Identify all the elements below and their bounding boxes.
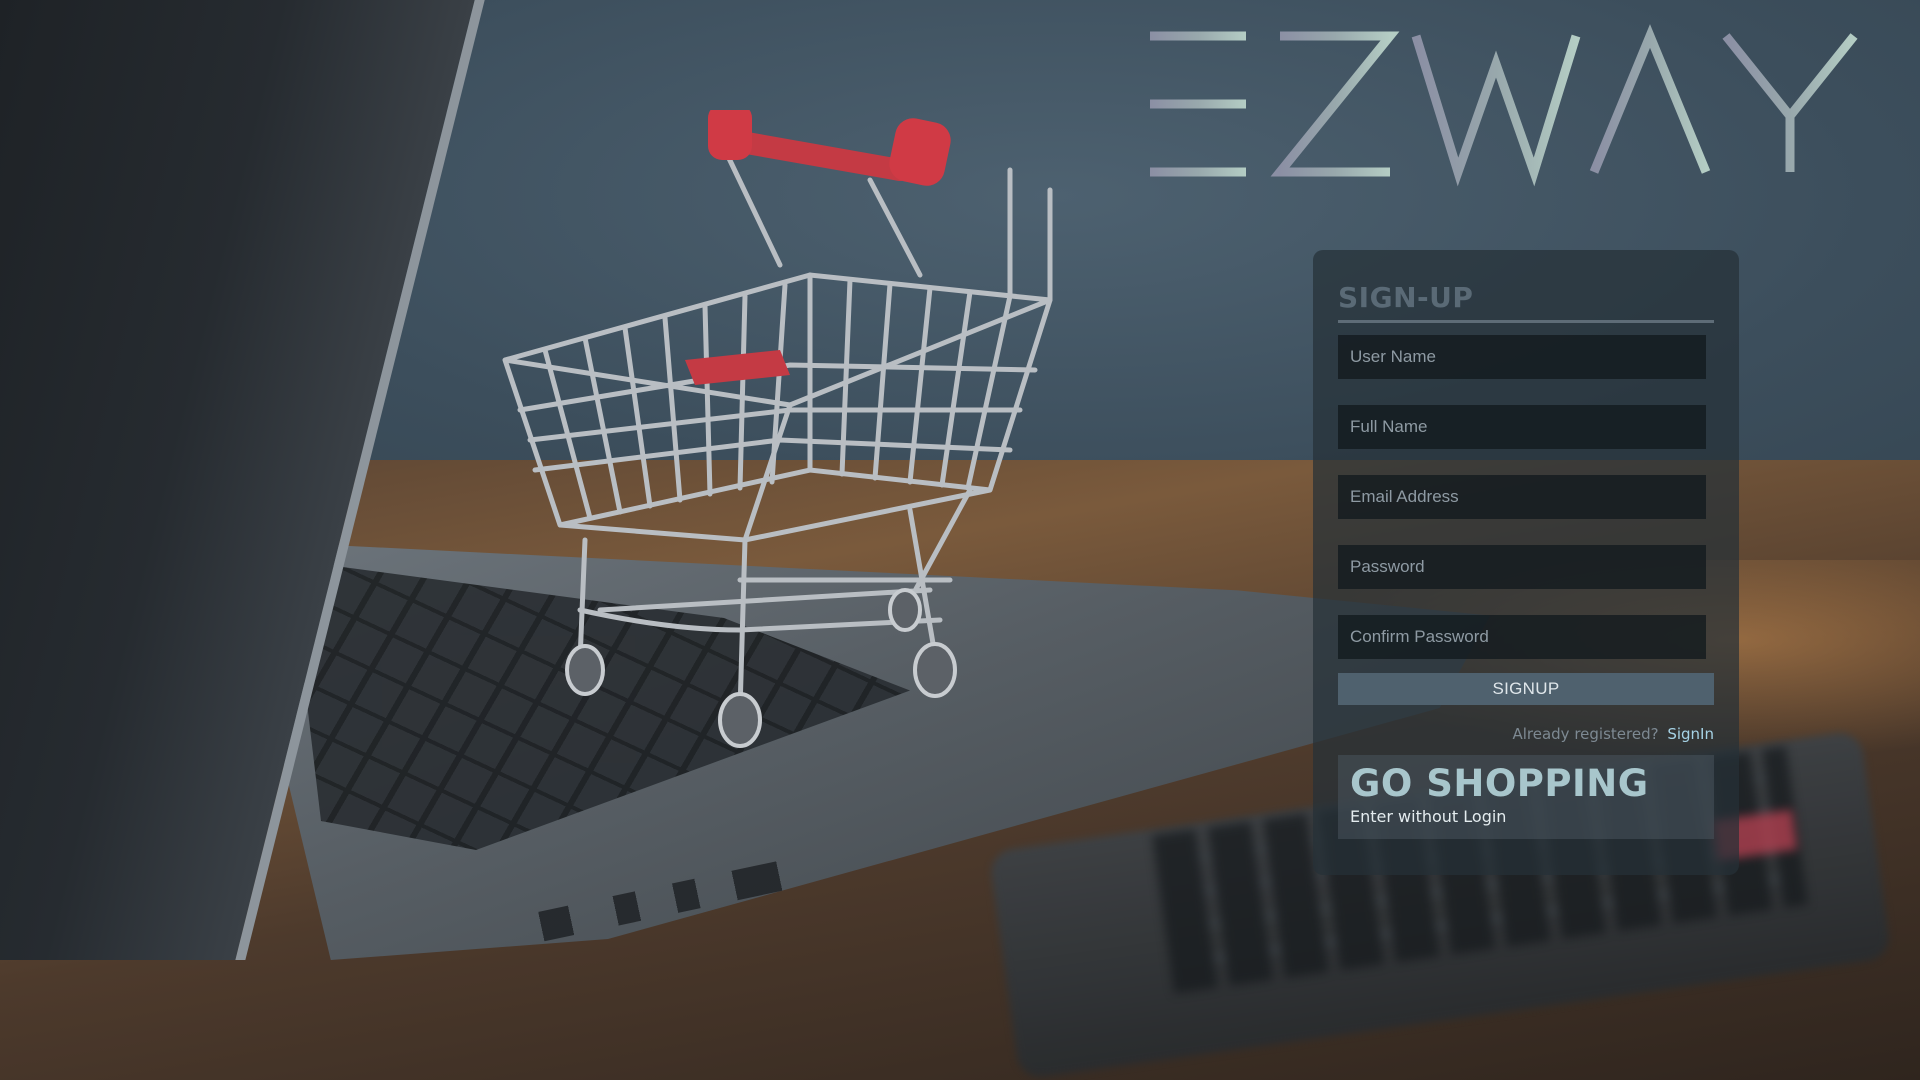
go-shopping-button[interactable]: GO SHOPPING Enter without Login	[1338, 755, 1714, 839]
username-input[interactable]	[1338, 335, 1706, 379]
signup-button[interactable]: SIGNUP	[1338, 673, 1714, 705]
title-divider	[1338, 320, 1714, 323]
go-shopping-title: GO SHOPPING	[1350, 762, 1649, 805]
signin-link[interactable]: SignIn	[1667, 725, 1714, 743]
ezway-logo	[1140, 22, 1900, 190]
fullname-input[interactable]	[1338, 405, 1706, 449]
password-input[interactable]	[1338, 545, 1706, 589]
signup-panel: SIGN-UP SIGNUP Already registered? SignI…	[1313, 250, 1739, 875]
confirm-password-input[interactable]	[1338, 615, 1706, 659]
email-input[interactable]	[1338, 475, 1706, 519]
already-registered-row: Already registered? SignIn	[1338, 725, 1714, 743]
shopping-cart-icon	[490, 104, 1130, 760]
already-registered-text: Already registered?	[1512, 725, 1659, 743]
page-root: SIGN-UP SIGNUP Already registered? SignI…	[0, 0, 1920, 1080]
signup-title: SIGN-UP	[1338, 281, 1474, 314]
go-shopping-subtitle: Enter without Login	[1350, 807, 1507, 826]
